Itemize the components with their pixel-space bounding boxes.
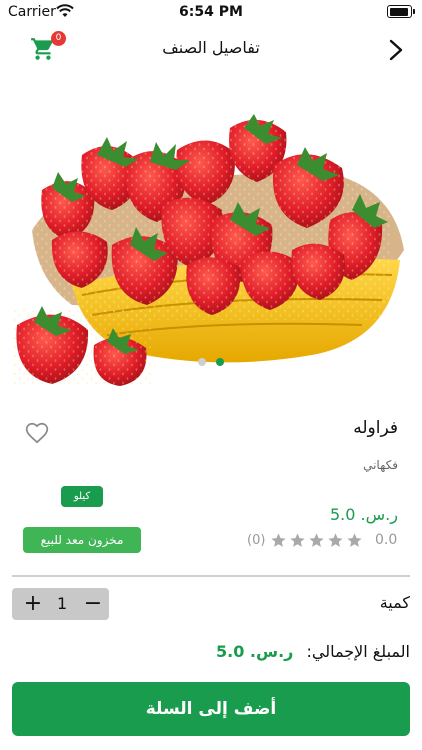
chevron-right-icon: [389, 39, 403, 61]
unit-badge: كيلو: [61, 486, 103, 507]
rating-stars: [270, 532, 365, 551]
total-value: ر.س. 5.0: [216, 642, 294, 661]
quantity-label: كمية: [379, 593, 410, 612]
heart-icon: [25, 422, 49, 444]
divider: [12, 575, 410, 577]
total-label: المبلغ الإجمالي:: [306, 642, 410, 661]
back-button[interactable]: [384, 38, 408, 62]
add-to-cart-button[interactable]: أضف إلى السلة: [12, 682, 410, 736]
product-name: فراوله: [353, 418, 398, 438]
page-dot[interactable]: [198, 358, 206, 366]
rating-row: (0) 0.0: [247, 531, 407, 551]
rating-count: (0): [247, 533, 266, 548]
stock-status-badge: مخزون معد للبيع: [23, 527, 141, 553]
page-title: تفاصيل الصنف: [162, 38, 260, 57]
product-price: ر.س. 5.0: [330, 505, 398, 524]
clock: 6:54 PM: [179, 4, 243, 20]
star-icon: [309, 533, 324, 547]
quantity-stepper[interactable]: + 1 −: [12, 588, 109, 620]
favorite-button[interactable]: [24, 420, 50, 446]
status-bar: Carrier 6:54 PM: [0, 0, 422, 24]
battery-icon: [387, 5, 415, 18]
increment-button[interactable]: +: [20, 591, 46, 617]
product-image[interactable]: [12, 110, 410, 386]
quantity-value: 1: [57, 594, 68, 613]
page-dot-active[interactable]: [216, 358, 224, 366]
strawberries-image: [12, 110, 404, 386]
nav-bar: 0 تفاصيل الصنف: [0, 28, 422, 72]
star-icon: [271, 533, 286, 547]
star-icon: [328, 533, 343, 547]
decrement-button[interactable]: −: [80, 591, 106, 617]
product-category: فكهاني: [363, 458, 398, 472]
star-icon: [347, 533, 362, 547]
image-page-indicator[interactable]: [196, 358, 226, 368]
rating-value: 0.0: [375, 532, 398, 548]
star-icon: [290, 533, 305, 547]
